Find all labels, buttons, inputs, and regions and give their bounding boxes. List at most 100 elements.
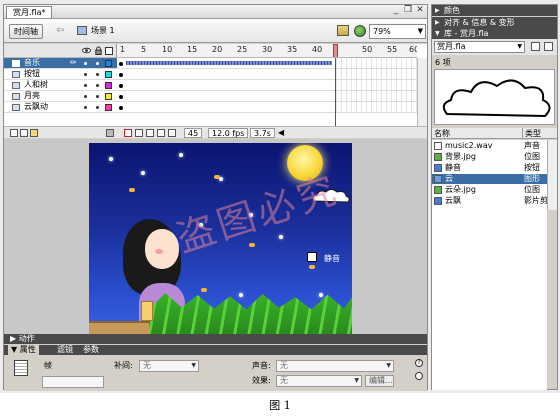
library-item-selected[interactable]: 云 图形 xyxy=(432,174,547,184)
outline-color-swatch[interactable] xyxy=(105,82,112,89)
outline-color-swatch[interactable] xyxy=(105,93,112,100)
outline-icon[interactable] xyxy=(105,47,113,55)
close-icon[interactable]: ✕ xyxy=(415,6,425,16)
keyframe-dot[interactable] xyxy=(119,84,123,88)
keyframe-dot[interactable] xyxy=(119,95,123,99)
minimize-icon[interactable]: _ xyxy=(391,6,401,16)
library-item[interactable]: music2.wav 声音 xyxy=(432,141,547,151)
scroll-left-icon[interactable]: ◀ xyxy=(278,129,286,137)
lock-icon[interactable] xyxy=(94,46,103,55)
column-name[interactable]: 名称 xyxy=(434,128,450,139)
library-scrollbar[interactable] xyxy=(547,140,557,210)
edit-scene-icon[interactable] xyxy=(337,25,349,36)
layer-row-cloud-motion[interactable]: 云飘动 xyxy=(4,102,117,113)
collapse-icon[interactable] xyxy=(415,372,423,380)
timeline-panel: 1 5 10 15 20 25 30 35 40 50 55 60 音乐 ✏ xyxy=(4,44,427,138)
frame-span[interactable] xyxy=(118,58,336,68)
edit-symbols-icon[interactable] xyxy=(354,25,366,37)
keyframe-dot[interactable] xyxy=(119,106,123,110)
frame-rate[interactable]: 12.0 fps xyxy=(208,128,249,138)
frame-tick: 10 xyxy=(162,45,173,54)
lock-dot[interactable] xyxy=(96,106,99,109)
color-panel-header[interactable]: 颜色 xyxy=(432,5,557,16)
align-panel-header[interactable]: 对齐 & 信息 & 变形 xyxy=(432,17,557,28)
frame-label-input[interactable] xyxy=(42,376,104,388)
add-folder-icon[interactable] xyxy=(30,129,38,137)
tab-filters[interactable]: 滤镜 xyxy=(54,345,76,355)
add-guide-icon[interactable] xyxy=(20,129,28,137)
lock-dot[interactable] xyxy=(96,62,99,65)
visibility-dot[interactable] xyxy=(84,106,87,109)
effect-value: 无 xyxy=(280,376,288,385)
layer-row-people-trees[interactable]: 人和树 xyxy=(4,80,117,91)
onion-markers-icon[interactable] xyxy=(168,129,176,137)
visibility-dot[interactable] xyxy=(84,84,87,87)
edit-multiple-frames-icon[interactable] xyxy=(157,129,165,137)
lock-dot[interactable] xyxy=(96,73,99,76)
outline-color-swatch[interactable] xyxy=(105,104,112,111)
layer-row-button[interactable]: 按钮 xyxy=(4,69,117,80)
lock-dot[interactable] xyxy=(96,95,99,98)
sound-select[interactable]: 无 ▼ xyxy=(276,360,394,372)
frame-ruler[interactable]: 1 5 10 15 20 25 30 35 40 50 55 60 xyxy=(117,44,417,58)
frame-row[interactable] xyxy=(117,91,417,102)
effect-select[interactable]: 无 ▼ xyxy=(276,375,362,387)
document-tab[interactable]: 赏月.fla* xyxy=(6,6,53,18)
tween-select[interactable]: 无 ▼ xyxy=(139,360,199,372)
onion-outline-icon[interactable] xyxy=(146,129,154,137)
zoom-select[interactable]: 79% ▼ xyxy=(369,24,426,39)
back-arrow-icon[interactable]: ⇦ xyxy=(56,24,64,37)
figure-caption: 图 1 xyxy=(269,399,291,412)
library-panel-header[interactable]: 库 - 赏月.fla xyxy=(432,28,557,39)
pin-icon[interactable] xyxy=(531,42,540,51)
timeline-toggle-button[interactable]: 时间轴 xyxy=(9,24,43,39)
restore-icon[interactable]: ❐ xyxy=(403,6,413,16)
scene-label[interactable]: 场景 1 xyxy=(91,25,115,37)
visibility-dot[interactable] xyxy=(84,73,87,76)
library-select[interactable]: 赏月.fla ▼ xyxy=(434,41,525,53)
layer-row-music[interactable]: 音乐 ✏ xyxy=(4,58,117,69)
frame-span[interactable] xyxy=(118,69,336,79)
tab-properties[interactable]: ▼ 属性 xyxy=(8,345,39,355)
library-item[interactable]: 背景.jpg 位图 xyxy=(432,152,547,162)
new-library-icon[interactable] xyxy=(544,42,553,51)
keyframe-dot[interactable] xyxy=(119,73,123,77)
frame-row[interactable] xyxy=(117,58,417,69)
frame-row[interactable] xyxy=(117,80,417,91)
properties-panel: 帧 补间: 无 ▼ 声音: 无 ▼ 效果: 无 ▼ 编辑... ? xyxy=(4,356,427,391)
bitmap-icon xyxy=(434,186,442,194)
library-item[interactable]: 静音 按钮 xyxy=(432,163,547,173)
mute-label[interactable]: 静音 xyxy=(324,253,340,264)
help-icon[interactable]: ? xyxy=(415,359,423,367)
document-titlebar: 赏月.fla* _ ❐ ✕ xyxy=(4,5,427,19)
layer-name: 人和树 xyxy=(24,80,48,89)
outline-color-swatch[interactable] xyxy=(105,60,112,67)
tab-parameters[interactable]: 参数 xyxy=(80,345,102,355)
trash-icon[interactable] xyxy=(106,129,114,137)
eye-icon[interactable] xyxy=(82,46,91,55)
cloud-preview-icon xyxy=(442,79,551,118)
frame-span[interactable] xyxy=(118,102,336,112)
visibility-dot[interactable] xyxy=(84,62,87,65)
frame-row[interactable] xyxy=(117,102,417,113)
stage[interactable]: 静音 盗图必究 xyxy=(89,143,352,334)
column-type[interactable]: 类型 xyxy=(522,128,541,139)
frame-span[interactable] xyxy=(118,80,336,90)
keyframe-dot[interactable] xyxy=(119,62,123,66)
center-frame-icon[interactable] xyxy=(124,129,132,137)
lock-dot[interactable] xyxy=(96,84,99,87)
edit-button[interactable]: 编辑... xyxy=(365,375,394,387)
library-item[interactable]: 云飘 影片剪 xyxy=(432,196,548,206)
visibility-dot[interactable] xyxy=(84,95,87,98)
library-item[interactable]: 云朵.jpg 位图 xyxy=(432,185,547,195)
onion-skin-icon[interactable] xyxy=(135,129,143,137)
mute-button[interactable] xyxy=(307,252,317,262)
outline-color-swatch[interactable] xyxy=(105,71,112,78)
frame-span[interactable] xyxy=(118,91,336,101)
add-layer-icon[interactable] xyxy=(10,129,18,137)
frame-row[interactable] xyxy=(117,69,417,80)
layer-row-moon[interactable]: 月亮 xyxy=(4,91,117,102)
timeline-scrollbar[interactable] xyxy=(417,58,427,126)
playhead[interactable] xyxy=(333,44,338,57)
actions-panel-header[interactable]: ▶ 动作 xyxy=(4,334,427,344)
